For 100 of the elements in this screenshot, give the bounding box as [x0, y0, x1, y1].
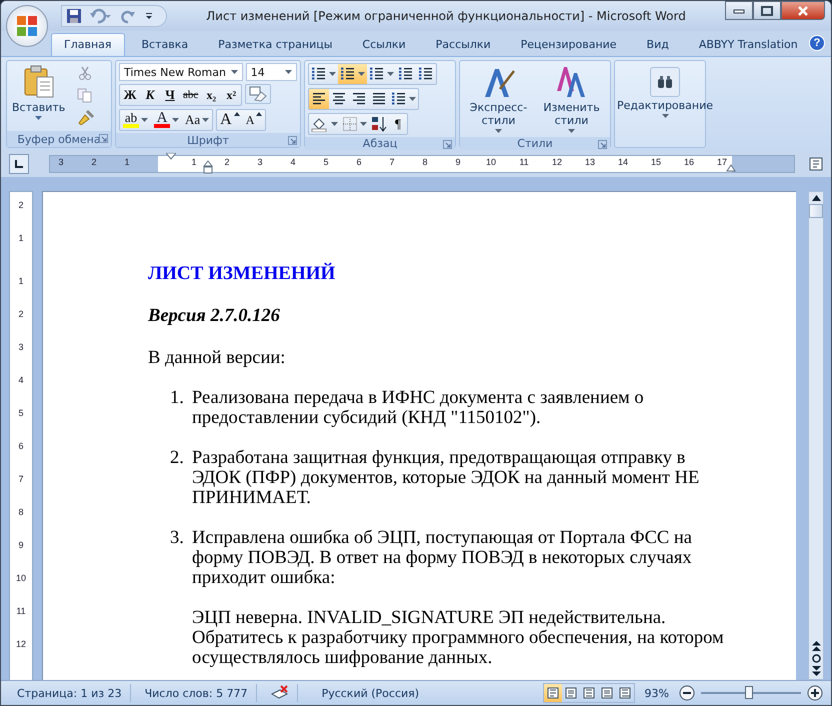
browse-object-icon[interactable] [812, 654, 820, 663]
tab-selector[interactable] [9, 154, 29, 174]
caret-icon [409, 97, 416, 101]
right-indent-icon[interactable] [726, 164, 736, 172]
next-page-icon[interactable] [812, 666, 820, 676]
ruler-number: 3 [57, 157, 64, 167]
list-number: 2. [170, 448, 185, 470]
brush-icon[interactable] [77, 109, 96, 125]
ruler-number: 11 [518, 157, 530, 167]
maximize-button[interactable] [753, 1, 781, 20]
ruler-number: 4 [17, 375, 24, 385]
dialog-launcher-icon[interactable] [99, 134, 108, 143]
editing-button[interactable]: Редактирование [615, 65, 715, 120]
customize-caret-icon[interactable] [144, 11, 154, 21]
zoom-in-icon[interactable] [807, 685, 823, 701]
version-heading: Версия 2.7.0.126 [148, 306, 281, 326]
font-name-field[interactable]: Times New Roman [119, 63, 243, 81]
ruler-number: 2 [223, 157, 230, 167]
format-button[interactable]: К [140, 85, 160, 105]
ribbon-tab[interactable]: Вид [634, 33, 682, 56]
ribbon-tab[interactable]: Главная [51, 33, 125, 56]
dialog-launcher-icon[interactable] [598, 140, 607, 149]
ruler-number: 7 [17, 474, 24, 484]
scroll-up-icon[interactable] [812, 195, 820, 201]
format-button[interactable]: x₂ [201, 85, 222, 105]
paste-button[interactable]: Вставить [10, 63, 68, 129]
format-button[interactable]: x² [221, 85, 242, 105]
scrollbar-thumb[interactable] [809, 204, 823, 218]
view-mode-button[interactable] [544, 684, 562, 702]
page-view-icon [600, 687, 613, 699]
paragraph-button[interactable] [369, 114, 389, 134]
previous-page-icon[interactable] [812, 641, 820, 651]
dialog-launcher-icon[interactable] [288, 136, 297, 145]
lines-icon [311, 92, 327, 106]
caret-icon [141, 118, 148, 122]
paragraph-button[interactable] [309, 89, 329, 109]
language-indicator[interactable]: Русский (Россия) [304, 684, 428, 702]
view-ruler-button[interactable] [807, 155, 825, 173]
zoom-level[interactable]: 93% [644, 686, 669, 700]
ruler-number: 17 [716, 157, 728, 167]
dialog-launcher-icon[interactable] [443, 140, 452, 149]
grow-font-button[interactable]: A [217, 110, 243, 130]
ribbon-tab[interactable]: Рассылки [422, 33, 504, 56]
format-button[interactable]: abc [180, 85, 202, 105]
lines-icon [311, 67, 327, 81]
caret-icon [35, 116, 42, 120]
ruler-number: 16 [682, 157, 695, 167]
caret-icon [495, 129, 502, 133]
minimize-button[interactable] [725, 1, 753, 20]
caret-icon [285, 70, 292, 74]
save-icon[interactable] [66, 8, 82, 24]
caret-icon [360, 122, 367, 126]
caret-icon [387, 72, 394, 76]
close-icon [797, 6, 809, 16]
close-button[interactable] [781, 1, 825, 20]
change-case-button[interactable]: Aa [182, 110, 212, 130]
lines-icon [351, 92, 367, 106]
styles-button[interactable]: Изменить стили [536, 63, 607, 135]
ruler-number: 12 [550, 157, 563, 167]
page-count[interactable]: Страница: 1 из 23 [9, 684, 131, 702]
eraser-icon [249, 86, 268, 102]
page-view-icon [618, 687, 631, 699]
clear-formatting-button[interactable] [245, 84, 272, 104]
paragraph-button[interactable] [338, 64, 367, 84]
list-item-text: Исправлена ошибка об ЭЦП, поступающая от Портала ФСС на форму ПОВЭД. В ответ на форму ПОВЭД в некоторых случаях приходит ошибка: [192, 528, 693, 588]
help-button[interactable]: ? [809, 35, 825, 51]
ribbon-tab[interactable]: ABBYY Translation [686, 33, 811, 56]
first-line-indent-icon[interactable] [166, 153, 176, 161]
intro-text: В данной версии: [148, 348, 286, 368]
format-button[interactable]: Ж [120, 85, 140, 105]
font-size-field[interactable]: 14 [246, 63, 297, 81]
caret-icon [662, 114, 668, 118]
hanging-indent-icon[interactable] [203, 160, 213, 174]
office-button[interactable] [6, 5, 48, 47]
error-message-text: ЭЦП неверна. INVALID_SIGNATURE ЭП недействительна. Обратитесь к разработчику программного обеспечения, на котором осуществлялось шифрование данных. [191, 608, 725, 668]
group-label: Буфер обмена [17, 132, 101, 146]
paragraph-button[interactable]: ¶ [389, 114, 407, 134]
styles-button[interactable]: Экспресс-стили [463, 63, 534, 135]
color-button[interactable]: ab [120, 110, 151, 130]
vertical-scrollbar[interactable] [808, 191, 824, 680]
ruler-number: 5 [322, 157, 330, 167]
caret-icon [358, 72, 365, 76]
word-count[interactable]: Число слов: 5 777 [136, 684, 257, 702]
ribbon-tab[interactable]: Рецензирование [508, 33, 630, 56]
shrink-font-button[interactable]: A [242, 110, 266, 130]
ribbon-tab[interactable]: Разметка страницы [205, 33, 346, 56]
binoculars-icon [657, 75, 673, 89]
ruler-number: 6 [355, 157, 362, 167]
format-button[interactable]: Ч [160, 85, 180, 105]
ruler-number: 2 [17, 309, 24, 319]
caret-icon [172, 118, 179, 122]
ribbon-tab[interactable]: Ссылки [349, 33, 419, 56]
ruler-number: 3 [256, 157, 264, 167]
lines-icon [398, 67, 414, 81]
color-button[interactable]: A [151, 110, 182, 130]
zoom-out-icon[interactable] [679, 685, 695, 701]
ribbon-tab[interactable]: Вставка [128, 33, 202, 56]
zoom-slider-thumb[interactable] [745, 686, 753, 699]
caret-icon [331, 122, 338, 126]
lines-icon [331, 92, 347, 106]
